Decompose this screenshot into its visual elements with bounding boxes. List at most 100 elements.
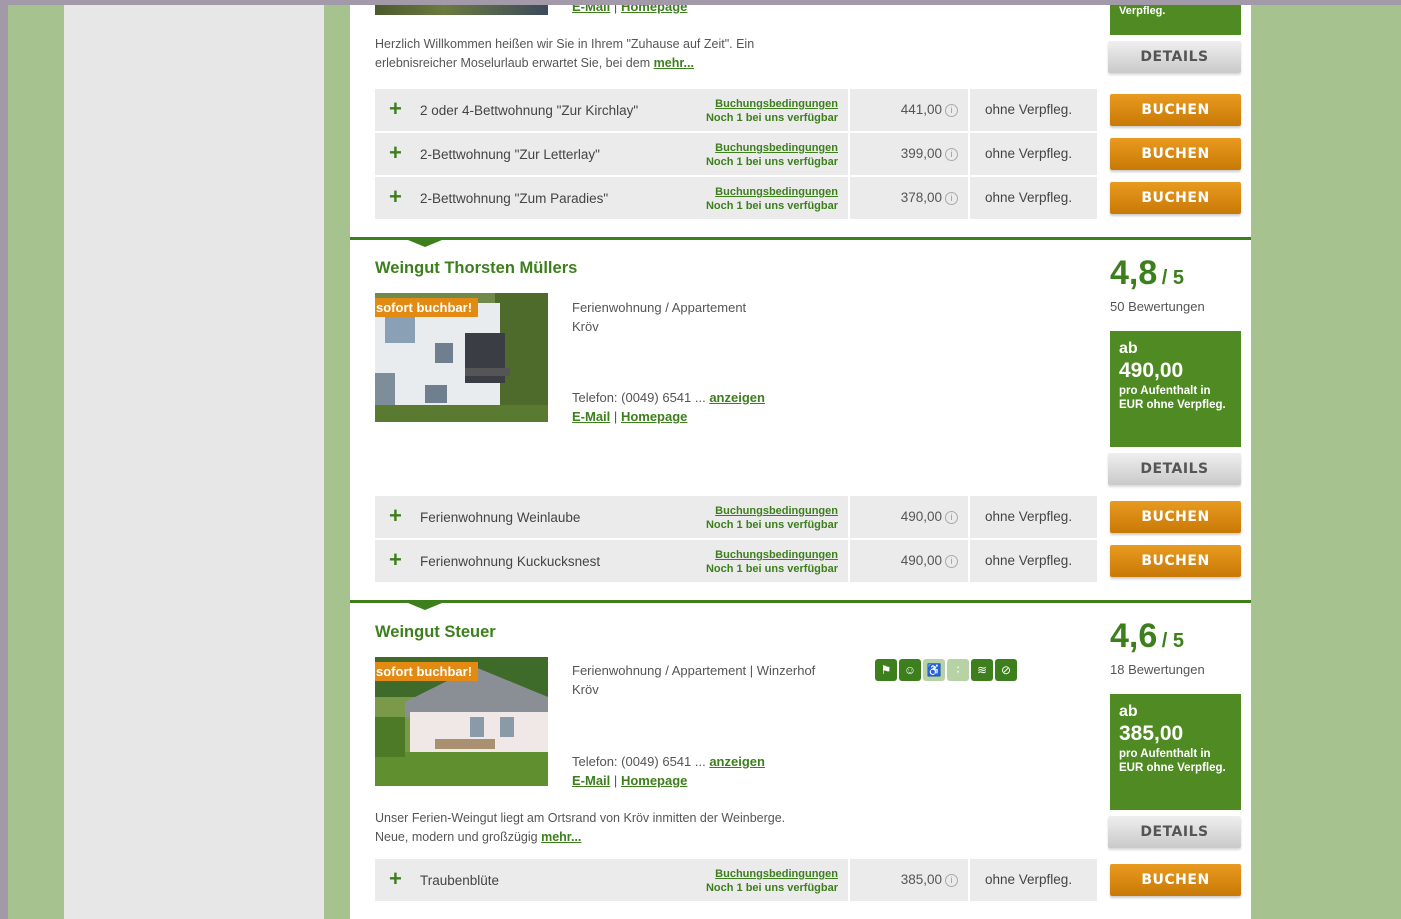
availability-text: Noch 1 bei uns verfügbar <box>705 200 838 212</box>
offer-table: + Traubenblüte Buchungsbedingungen Noch 1 … <box>375 859 1243 903</box>
offer-price: 399,00 i <box>901 133 958 175</box>
offer-row: +2-Bettwohnung "Zum Paradies" Buchungsbe… <box>375 177 1243 219</box>
expand-icon[interactable]: + <box>389 186 402 208</box>
offer-table: + Ferienwohnung Weinlaube Buchungsbedingu… <box>375 496 1243 584</box>
email-link[interactable]: E-Mail <box>572 409 610 424</box>
show-phone-link[interactable]: anzeigen <box>709 390 765 405</box>
card-separator <box>350 237 1251 247</box>
booking-terms-link[interactable]: Buchungsbedingungen <box>706 141 838 155</box>
book-button[interactable]: BUCHEN <box>1110 501 1241 533</box>
child-icon: ☺ <box>899 659 921 681</box>
booking-terms-link[interactable]: Buchungsbedingungen <box>706 504 838 518</box>
availability-text: Noch 1 bei uns verfügbar <box>705 563 838 575</box>
board-type: ohne Verpfleg. <box>985 190 1073 205</box>
listing-photo[interactable] <box>375 5 548 15</box>
more-link[interactable]: mehr... <box>541 830 581 844</box>
board-type: ohne Verpfleg. <box>985 146 1073 161</box>
contact-info: Telefon: (0049) 6541 ... anzeigen E-Mail… <box>572 754 765 788</box>
rating-score: 4,8 / 5 <box>1110 254 1184 292</box>
offer-price: 378,00 i <box>901 177 958 219</box>
review-count[interactable]: 18 Bewertungen <box>1110 662 1205 677</box>
offer-name[interactable]: 2 oder 4-Bettwohnung "Zur Kirchlay" <box>420 89 680 131</box>
price-box[interactable]: ab 385,00 pro Aufenthalt in EUR ohne Ver… <box>1110 694 1241 810</box>
board-type: ohne Verpfleg. <box>985 509 1073 524</box>
book-button[interactable]: BUCHEN <box>1110 94 1241 126</box>
book-button[interactable]: BUCHEN <box>1110 182 1241 214</box>
offer-price: 385,00 i <box>901 859 958 901</box>
offer-row: + Ferienwohnung Kuckucksnest Buchungsbedi… <box>375 540 1243 582</box>
offer-name[interactable]: Ferienwohnung Weinlaube <box>420 496 680 538</box>
info-icon[interactable]: i <box>945 873 958 887</box>
booking-terms-link[interactable]: Buchungsbedingungen <box>706 867 838 881</box>
review-count[interactable]: 50 Bewertungen <box>1110 299 1205 314</box>
offer-row: +2-Bettwohnung "Zur Letterlay" Buchungsb… <box>375 133 1243 175</box>
email-link[interactable]: E-Mail <box>572 5 610 14</box>
instant-booking-badge: sofort buchbar! <box>375 298 479 317</box>
listing-description: Herzlich Willkommen heißen wir Sie in Ih… <box>375 37 755 70</box>
nosmoking-icon: ∶ <box>947 659 969 681</box>
listing-description: Unser Ferien-Weingut liegt am Ortsrand v… <box>375 811 786 844</box>
price-box[interactable]: ab 490,00 pro Aufenthalt in EUR ohne Ver… <box>1110 331 1241 447</box>
offer-name[interactable]: 2-Bettwohnung "Zum Paradies" <box>420 177 680 219</box>
property-info: Ferienwohnung / Appartement | Winzerhof … <box>572 663 816 697</box>
nonsmoker-icon: ⊘ <box>995 659 1017 681</box>
expand-icon[interactable]: + <box>389 142 402 164</box>
contact-info: Telefon: (0049) 6541 ... anzeigen E-Mail… <box>572 390 765 424</box>
listing-photo[interactable]: sofort buchbar! <box>375 293 548 422</box>
offer-name[interactable]: Traubenblüte <box>420 859 680 901</box>
info-icon[interactable]: i <box>945 510 958 524</box>
info-icon[interactable]: i <box>945 554 958 568</box>
expand-icon[interactable]: + <box>389 98 402 120</box>
offer-row: + Traubenblüte Buchungsbedingungen Noch 1 … <box>375 859 1243 901</box>
card-separator <box>350 600 1251 610</box>
board-type: ohne Verpfleg. <box>985 872 1073 887</box>
info-icon[interactable]: i <box>945 147 958 161</box>
expand-icon[interactable]: + <box>389 549 402 571</box>
availability-text: Noch 1 bei uns verfügbar <box>705 519 838 531</box>
details-button[interactable]: DETAILS <box>1108 453 1241 485</box>
results-list: E-Mail | Homepage Verpfleg. DETAILS Herz… <box>350 5 1251 919</box>
expand-icon[interactable]: + <box>389 868 402 890</box>
booking-terms-link[interactable]: Buchungsbedingungen <box>706 548 838 562</box>
wheelchair-icon: ♿ <box>923 659 945 681</box>
offer-name[interactable]: 2-Bettwohnung "Zur Letterlay" <box>420 133 680 175</box>
contact-links: E-Mail | Homepage <box>572 5 687 14</box>
details-button[interactable]: DETAILS <box>1108 816 1241 848</box>
expand-icon[interactable]: + <box>389 505 402 527</box>
property-info: Ferienwohnung / Appartement Kröv <box>572 300 747 334</box>
price-box[interactable]: Verpfleg. <box>1110 5 1241 35</box>
offer-name[interactable]: Ferienwohnung Kuckucksnest <box>420 540 680 582</box>
homepage-link[interactable]: Homepage <box>621 5 687 14</box>
booking-terms-link[interactable]: Buchungsbedingungen <box>706 185 838 199</box>
book-button[interactable]: BUCHEN <box>1110 545 1241 577</box>
info-icon[interactable]: i <box>945 103 958 117</box>
homepage-link[interactable]: Homepage <box>621 773 687 788</box>
amenity-icons: ⚑ ☺ ♿ ∶ ≋ ⊘ <box>875 659 1017 681</box>
availability-text: Noch 1 bei uns verfügbar <box>705 156 838 168</box>
page-frame: E-Mail | Homepage Verpfleg. DETAILS Herz… <box>8 5 1401 919</box>
listing-title[interactable]: Weingut Steuer <box>375 623 496 642</box>
offer-row: + Ferienwohnung Weinlaube Buchungsbedingu… <box>375 496 1243 538</box>
wifi-icon: ≋ <box>971 659 993 681</box>
board-type: ohne Verpfleg. <box>985 102 1073 117</box>
details-button[interactable]: DETAILS <box>1108 41 1241 73</box>
offer-price: 490,00 i <box>901 496 958 538</box>
availability-text: Noch 1 bei uns verfügbar <box>705 882 838 894</box>
pet-icon: ⚑ <box>875 659 897 681</box>
board-type: ohne Verpfleg. <box>985 553 1073 568</box>
info-icon[interactable]: i <box>945 191 958 205</box>
homepage-link[interactable]: Homepage <box>621 409 687 424</box>
availability-text: Noch 1 bei uns verfügbar <box>705 112 838 124</box>
listing-title[interactable]: Weingut Thorsten Müllers <box>375 259 577 278</box>
listing-photo[interactable]: sofort buchbar! <box>375 657 548 786</box>
more-link[interactable]: mehr... <box>654 56 694 70</box>
offer-row: +2 oder 4-Bettwohnung "Zur Kirchlay" Buc… <box>375 89 1243 131</box>
left-sidebar <box>64 5 324 919</box>
book-button[interactable]: BUCHEN <box>1110 138 1241 170</box>
show-phone-link[interactable]: anzeigen <box>709 754 765 769</box>
booking-terms-link[interactable]: Buchungsbedingungen <box>706 97 838 111</box>
instant-booking-badge: sofort buchbar! <box>375 662 479 681</box>
email-link[interactable]: E-Mail <box>572 773 610 788</box>
book-button[interactable]: BUCHEN <box>1110 864 1241 896</box>
offer-price: 441,00 i <box>901 89 958 131</box>
